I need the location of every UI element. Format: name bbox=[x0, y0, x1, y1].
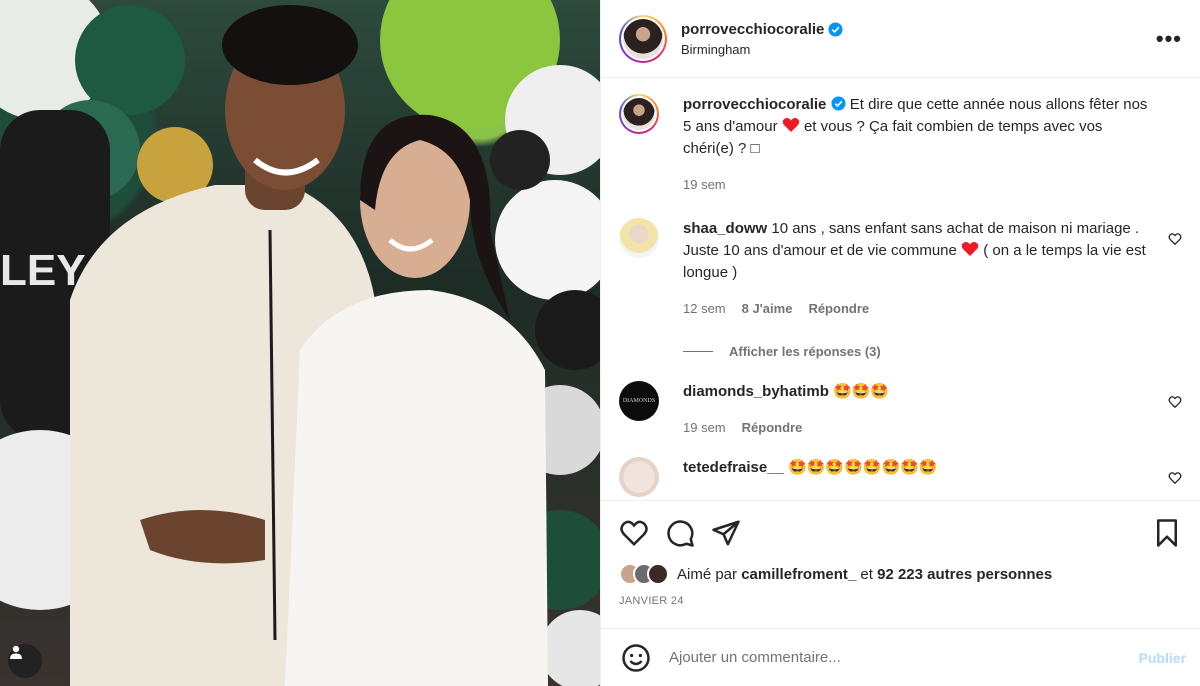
comment-icon[interactable] bbox=[665, 518, 695, 548]
reply-button[interactable]: Répondre bbox=[742, 417, 803, 439]
author-avatar[interactable] bbox=[619, 14, 667, 63]
liker-username[interactable]: camillefroment_ bbox=[741, 566, 856, 583]
post-photo[interactable]: LEY bbox=[0, 0, 600, 686]
comment-time: 12 sem bbox=[683, 301, 726, 316]
comment-username[interactable]: shaa_doww bbox=[683, 220, 767, 237]
caption-avatar[interactable] bbox=[619, 94, 659, 134]
comment-time: 19 sem bbox=[683, 420, 726, 435]
verified-badge-icon bbox=[828, 21, 843, 37]
caption: porrovecchiocoralie Et dire que cette an… bbox=[619, 94, 1182, 196]
red-heart-emoji-icon bbox=[961, 242, 979, 256]
heart-icon[interactable] bbox=[619, 518, 649, 548]
view-replies-button[interactable]: Afficher les réponses (3) bbox=[683, 344, 1182, 359]
red-heart-emoji-icon bbox=[782, 118, 800, 132]
comment-item: tetedefraise__ 🤩🤩🤩🤩🤩🤩🤩🤩 bbox=[619, 457, 1182, 497]
comment-likes[interactable]: 8 J'aime bbox=[742, 298, 793, 320]
like-comment-heart-icon[interactable] bbox=[1168, 471, 1182, 485]
reply-button[interactable]: Répondre bbox=[808, 298, 869, 320]
publish-button[interactable]: Publier bbox=[1139, 650, 1186, 666]
post-location[interactable]: Birmingham bbox=[681, 42, 1156, 57]
comment-item: shaa_doww 10 ans , sans enfant sans acha… bbox=[619, 218, 1182, 320]
add-comment-bar: Publier bbox=[601, 628, 1200, 686]
view-replies-label: Afficher les réponses (3) bbox=[729, 344, 881, 359]
comment-username[interactable]: diamonds_byhatimb bbox=[683, 383, 829, 400]
liker-avatars[interactable] bbox=[619, 563, 669, 585]
like-comment-heart-icon[interactable] bbox=[1168, 232, 1182, 246]
replies-divider bbox=[683, 351, 713, 352]
comment-text: 🤩🤩🤩🤩🤩🤩🤩🤩 bbox=[788, 459, 938, 476]
caption-username[interactable]: porrovecchiocoralie bbox=[683, 96, 826, 113]
likes-count[interactable]: 92 223 autres personnes bbox=[877, 566, 1052, 583]
commenter-avatar[interactable] bbox=[619, 218, 659, 258]
send-icon[interactable] bbox=[711, 518, 741, 548]
verified-badge-icon bbox=[831, 96, 846, 111]
post-header: porrovecchiocoralie Birmingham ••• bbox=[601, 0, 1200, 78]
backdrop-sign: LEY bbox=[0, 246, 86, 295]
commenter-avatar[interactable]: DIAMONDS bbox=[619, 381, 659, 421]
likes-summary: Aimé par camillefroment_ et 92 223 autre… bbox=[619, 563, 1182, 585]
post-actions: Aimé par camillefroment_ et 92 223 autre… bbox=[601, 500, 1200, 628]
caption-missing-glyph: □ bbox=[750, 140, 760, 157]
couple-photo: LEY bbox=[0, 0, 600, 686]
caption-time: 19 sem bbox=[683, 177, 726, 192]
comment-username[interactable]: tetedefraise__ bbox=[683, 459, 784, 476]
comment-item: DIAMONDS diamonds_byhatimb 🤩🤩🤩 19 sem Ré… bbox=[619, 381, 1182, 439]
smiley-icon[interactable] bbox=[621, 643, 651, 673]
comments-list[interactable]: porrovecchiocoralie Et dire que cette an… bbox=[601, 78, 1200, 500]
commenter-avatar[interactable] bbox=[619, 457, 659, 497]
post-side-panel: porrovecchiocoralie Birmingham ••• porro… bbox=[600, 0, 1200, 686]
author-username[interactable]: porrovecchiocoralie bbox=[681, 21, 824, 38]
likes-prefix: Aimé par bbox=[677, 565, 738, 583]
comment-text: 🤩🤩🤩 bbox=[833, 383, 890, 400]
like-comment-heart-icon[interactable] bbox=[1168, 395, 1182, 409]
user-tag-icon bbox=[10, 645, 22, 659]
tagged-users-button[interactable] bbox=[8, 644, 42, 678]
post-modal: LEY porrovecchiocoralie Birmingham ••• p… bbox=[0, 0, 1200, 686]
post-date: JANVIER 24 bbox=[619, 595, 684, 607]
comment-input[interactable] bbox=[669, 649, 1139, 666]
bookmark-icon[interactable] bbox=[1152, 518, 1182, 548]
likes-connector: et bbox=[860, 565, 873, 583]
more-options-button[interactable]: ••• bbox=[1156, 26, 1182, 52]
avatar-logo-text: DIAMONDS bbox=[622, 398, 656, 404]
